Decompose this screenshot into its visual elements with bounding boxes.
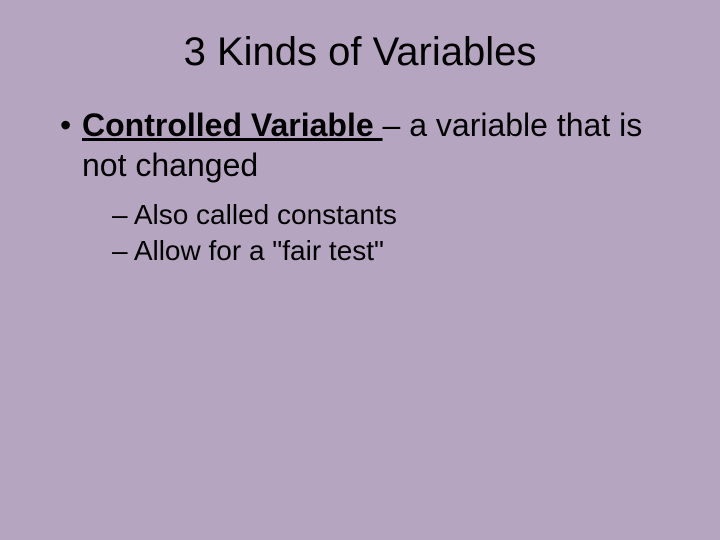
bullet-mark: • [60,105,82,145]
slide-title: 3 Kinds of Variables [40,30,680,75]
bullet-content: Controlled Variable – a variable that is… [82,105,662,185]
sub-text-1: Also called constants [128,199,397,230]
sub-bullets: – Also called constants – Allow for a "f… [112,197,680,270]
dash: – [112,199,128,230]
sub-bullet-2: – Allow for a "fair test" [112,233,680,269]
bullet-level1: •Controlled Variable – a variable that i… [60,105,680,185]
sub-text-2: Allow for a "fair test" [128,235,384,266]
dash: – [112,235,128,266]
slide: 3 Kinds of Variables •Controlled Variabl… [0,0,720,540]
sub-bullet-1: – Also called constants [112,197,680,233]
term-text: Controlled Variable [82,107,383,143]
